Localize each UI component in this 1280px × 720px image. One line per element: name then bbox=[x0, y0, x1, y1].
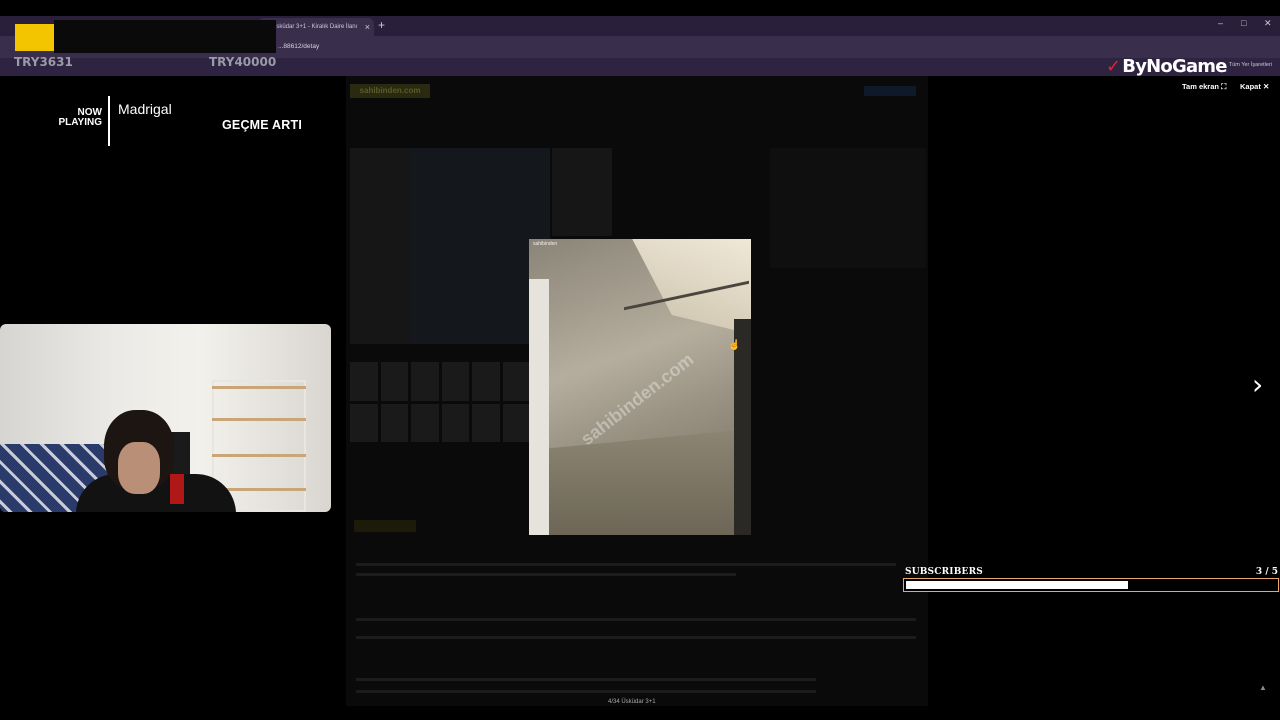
subscribers-label: SUBSCRIBERS bbox=[905, 567, 983, 577]
fullscreen-label: Tam ekran bbox=[1182, 82, 1219, 91]
description-text-line bbox=[356, 573, 736, 576]
window-close-button[interactable]: ✕ bbox=[1264, 18, 1272, 29]
photo-wall bbox=[734, 319, 751, 535]
site-logo: sahibinden.com bbox=[350, 84, 430, 98]
subscribers-count: 3 / 5 bbox=[1255, 567, 1278, 577]
subscribers-progress-fill bbox=[906, 581, 1128, 589]
webcam-person-face bbox=[118, 442, 160, 494]
next-photo-arrow-icon[interactable]: › bbox=[1252, 368, 1263, 401]
hand-cursor-icon: ☝ bbox=[728, 340, 741, 351]
webcam-shelf-plank bbox=[212, 418, 306, 421]
donation-left: TRY3631 bbox=[14, 55, 73, 69]
close-lightbox-button[interactable]: Kapat ✕ bbox=[1240, 82, 1269, 91]
site-nav-button bbox=[864, 86, 916, 96]
photo-caption: 4/34 Üsküdar 3+1 bbox=[608, 699, 656, 705]
overlay-text: GEÇME ARTI bbox=[222, 118, 303, 132]
gallery-photo-right bbox=[552, 148, 612, 236]
lightbox-photo[interactable]: sahibinden.com sahibinden ☝ bbox=[529, 239, 751, 535]
donation-right: TRY40000 bbox=[209, 55, 277, 69]
features-text-line bbox=[356, 690, 816, 693]
now-playing-label: NOW PLAYING bbox=[58, 108, 102, 128]
photo-floor bbox=[529, 429, 751, 535]
gallery-photo-left bbox=[350, 148, 410, 344]
features-text-line bbox=[356, 678, 816, 681]
close-label: Kapat bbox=[1240, 82, 1261, 91]
tab-close-icon[interactable]: × bbox=[365, 18, 370, 36]
bookmarks-bar bbox=[0, 58, 1280, 76]
photo-door bbox=[529, 279, 549, 535]
webcam-collar bbox=[170, 474, 184, 504]
gallery-thumbnails bbox=[350, 362, 530, 442]
webcam-feed bbox=[0, 324, 331, 512]
photo-watermark: sahibinden.com bbox=[577, 349, 698, 450]
subscribers-progress-bar bbox=[903, 578, 1279, 592]
photo-tag: sahibinden bbox=[533, 241, 558, 247]
now-playing-divider bbox=[108, 96, 110, 146]
window-minimize-button[interactable]: – bbox=[1218, 18, 1223, 28]
overlay-yellow-block bbox=[15, 24, 54, 51]
webcam-shelf-plank bbox=[212, 386, 306, 389]
fullscreen-icon: ⛶ bbox=[1221, 82, 1227, 91]
scroll-top-icon[interactable]: ▲ bbox=[1259, 683, 1267, 692]
now-playing-title: Madrigal bbox=[118, 101, 172, 117]
brand-logo: ✓ ByNoGame bbox=[1106, 56, 1227, 77]
tab-title: Üsküdar 3+1 - Kiralık Daire İlanı bbox=[272, 24, 358, 30]
new-tab-button[interactable]: + bbox=[378, 18, 385, 32]
url-text[interactable]: ...88612/detay bbox=[278, 43, 319, 50]
fullscreen-button[interactable]: Tam ekran ⛶ bbox=[1182, 82, 1226, 92]
brand-mark-icon: ✓ bbox=[1106, 56, 1121, 77]
brand-name: ByNoGame bbox=[1122, 56, 1227, 77]
description-tab bbox=[354, 520, 416, 532]
close-icon: ✕ bbox=[1262, 82, 1270, 91]
all-bookmarks-link[interactable]: Tüm Yer İşaretleri bbox=[1229, 62, 1272, 68]
window-restore-button[interactable]: □ bbox=[1241, 18, 1246, 28]
features-text-line bbox=[356, 636, 916, 639]
features-text-line bbox=[356, 618, 916, 621]
webcam-shelf-plank bbox=[212, 454, 306, 457]
seller-panel bbox=[770, 148, 926, 268]
description-text-line bbox=[356, 563, 896, 566]
overlay-black-block bbox=[54, 20, 276, 53]
now-playing-line2: PLAYING bbox=[58, 117, 102, 128]
